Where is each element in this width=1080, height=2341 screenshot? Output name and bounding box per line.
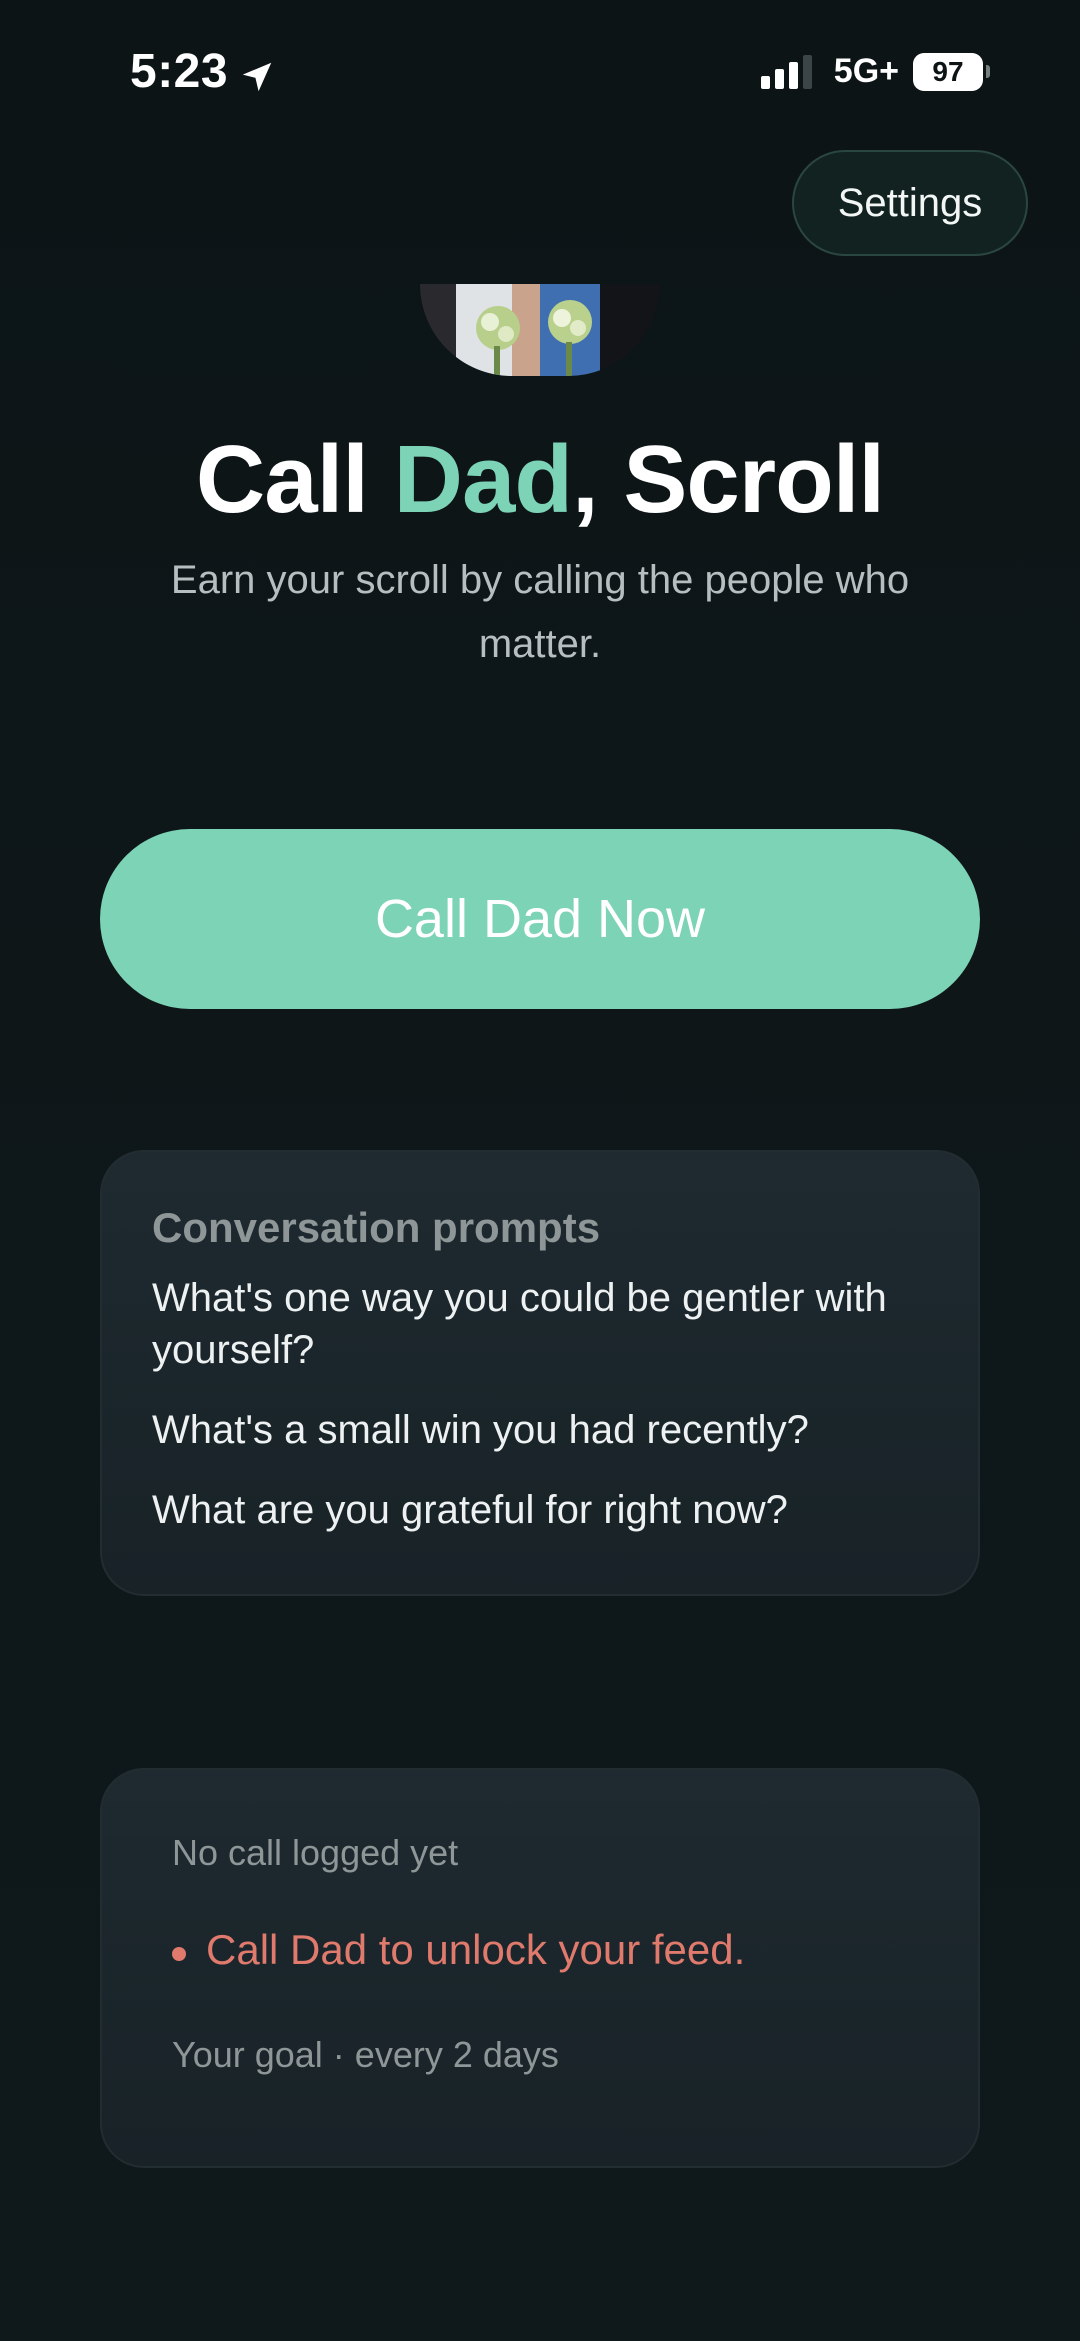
unlock-alert-text: Call Dad to unlock your feed. [206, 1926, 746, 1973]
page-title: Call Dad, Scroll [0, 420, 1080, 540]
prompt-item: What are you grateful for right now? [152, 1488, 788, 1532]
prompts-heading: Conversation prompts [152, 1204, 601, 1251]
title-accent: Dad [393, 426, 573, 533]
clock-text: 5:23 [130, 45, 229, 98]
call-dad-button[interactable]: Call Dad Now [100, 829, 980, 1009]
location-arrow-icon [238, 53, 276, 91]
prompt-item: What's a small win you had recently? [152, 1408, 809, 1452]
status-bar: 5:23 5G+ 97 [0, 0, 1080, 150]
page-subtitle: Earn your scroll by calling the people w… [170, 558, 910, 666]
avatar [420, 284, 660, 376]
title-prefix: Call [195, 426, 394, 533]
alert-dot-icon [172, 1947, 186, 1961]
battery-icon: 97 [913, 52, 990, 91]
settings-button[interactable]: Settings [792, 150, 1028, 256]
call-status-card: No call logged yet Call Dad to unlock yo… [100, 1768, 980, 2168]
title-suffix: , Scroll [571, 426, 885, 533]
network-type: 5G+ [833, 52, 899, 90]
call-log-status: No call logged yet [172, 1832, 459, 1873]
conversation-prompts-card: Conversation prompts What's one way you … [100, 1150, 980, 1596]
call-goal: Your goal · every 2 days [172, 2034, 559, 2075]
unlock-alert: Call Dad to unlock your feed. [172, 1924, 908, 1976]
cellular-signal-icon [760, 54, 812, 89]
prompt-item: What's one way you could be gentler with… [152, 1276, 887, 1372]
status-time: 5:23 [130, 44, 276, 99]
status-indicators: 5G+ 97 [760, 52, 990, 91]
battery-level: 97 [913, 52, 983, 91]
